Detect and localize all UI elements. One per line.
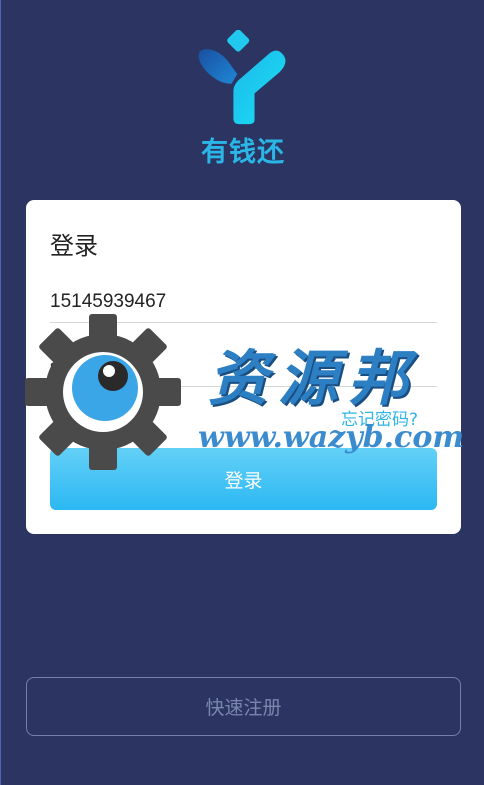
password-input[interactable] xyxy=(50,346,437,387)
phone-input[interactable] xyxy=(50,282,437,323)
login-button[interactable]: 登录 xyxy=(50,448,437,510)
login-title: 登录 xyxy=(50,232,98,260)
forgot-password-link[interactable]: 忘记密码? xyxy=(341,405,418,430)
register-button[interactable]: 快速注册 xyxy=(26,677,461,736)
login-card: 登录 忘记密码? 登录 xyxy=(26,200,461,534)
brand-name: 有钱还 xyxy=(201,137,285,168)
brand-header: 有钱还 xyxy=(1,30,484,169)
y-logo-icon xyxy=(198,30,286,125)
